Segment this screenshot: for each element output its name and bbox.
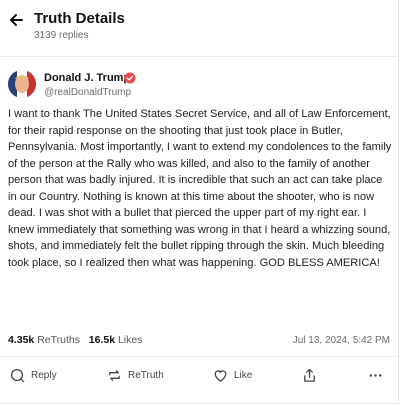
post-timestamp: Jul 13, 2024, 5:42 PM [292,335,390,346]
reply-label: Reply [31,369,57,381]
avatar[interactable] [8,70,36,98]
share-button[interactable] [302,366,323,384]
retruths-label[interactable]: ReTruths [37,334,80,346]
likes-label[interactable]: Likes [118,334,143,346]
retruth-icon [109,369,120,381]
author-handle[interactable]: @realDonaldTrump [44,87,131,98]
like-button[interactable]: Like [213,366,252,384]
verified-badge-icon [124,71,136,84]
actions-divider [0,356,399,357]
heart-icon [214,369,227,382]
more-icon [369,373,382,377]
action-bar: Reply ReTruth Like [0,366,399,386]
comment-icon [10,368,25,382]
reply-count: 3139 replies [34,30,89,41]
more-button[interactable] [368,366,389,384]
app-frame: Truth Details 3139 replies Donald J. Tru… [0,0,399,404]
like-label: Like [234,369,253,381]
arrow-left-icon[interactable] [8,12,24,28]
reply-button[interactable]: Reply [10,366,57,384]
retruth-label: ReTruth [128,369,164,381]
author-name[interactable]: Donald J. Trump [44,72,130,84]
page-header: Truth Details 3139 replies [8,10,388,46]
post-text: I want to thank The United States Secret… [8,108,392,269]
retruths-count[interactable]: 4.35k [8,334,34,346]
author-block: Donald J. Trump @realDonaldTrump [8,70,388,104]
retruth-button[interactable]: ReTruth [107,366,164,384]
likes-count[interactable]: 16.5k [89,334,115,346]
header-divider [0,56,399,57]
share-icon [304,368,315,382]
page-title: Truth Details [34,10,125,27]
